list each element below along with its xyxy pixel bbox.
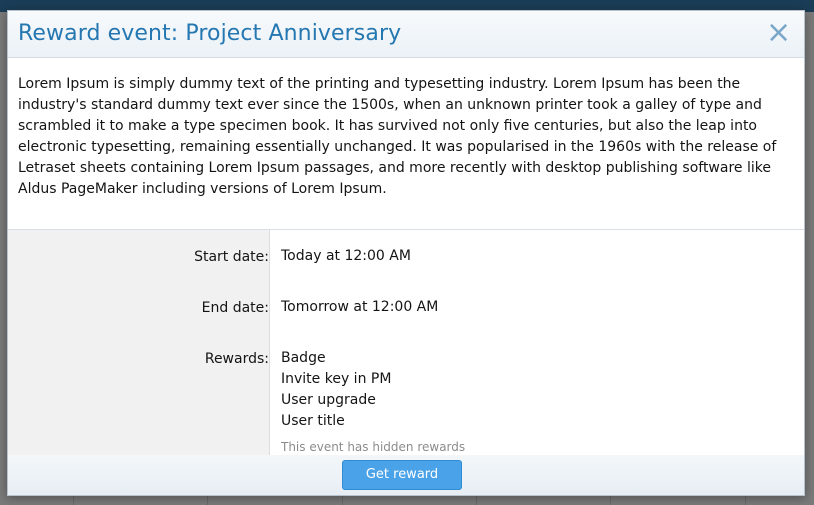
get-reward-button[interactable]: Get reward [342,460,462,490]
event-description: Lorem Ipsum is simply dummy text of the … [8,58,804,230]
start-date-label: Start date: [194,249,269,265]
rewards-list: Badge Invite key in PM User upgrade User… [281,348,465,458]
start-date-value: Today at 12:00 AM [281,248,411,264]
reward-item: User title [281,413,345,429]
event-details: Start date: Today at 12:00 AM End date: … [8,230,804,473]
dialog-header: Reward event: Project Anniversary × [8,11,804,58]
reward-item: Badge [281,350,326,366]
reward-item: Invite key in PM [281,371,392,387]
rewards-label: Rewards: [204,351,269,367]
dialog-title: Reward event: Project Anniversary [18,21,402,46]
reward-item: User upgrade [281,392,376,408]
end-date-label: End date: [201,300,269,316]
end-date-value: Tomorrow at 12:00 AM [281,299,439,315]
dialog-footer: Get reward [8,455,804,495]
reward-event-dialog: Reward event: Project Anniversary × Lore… [7,10,805,496]
close-icon[interactable]: × [766,18,791,48]
